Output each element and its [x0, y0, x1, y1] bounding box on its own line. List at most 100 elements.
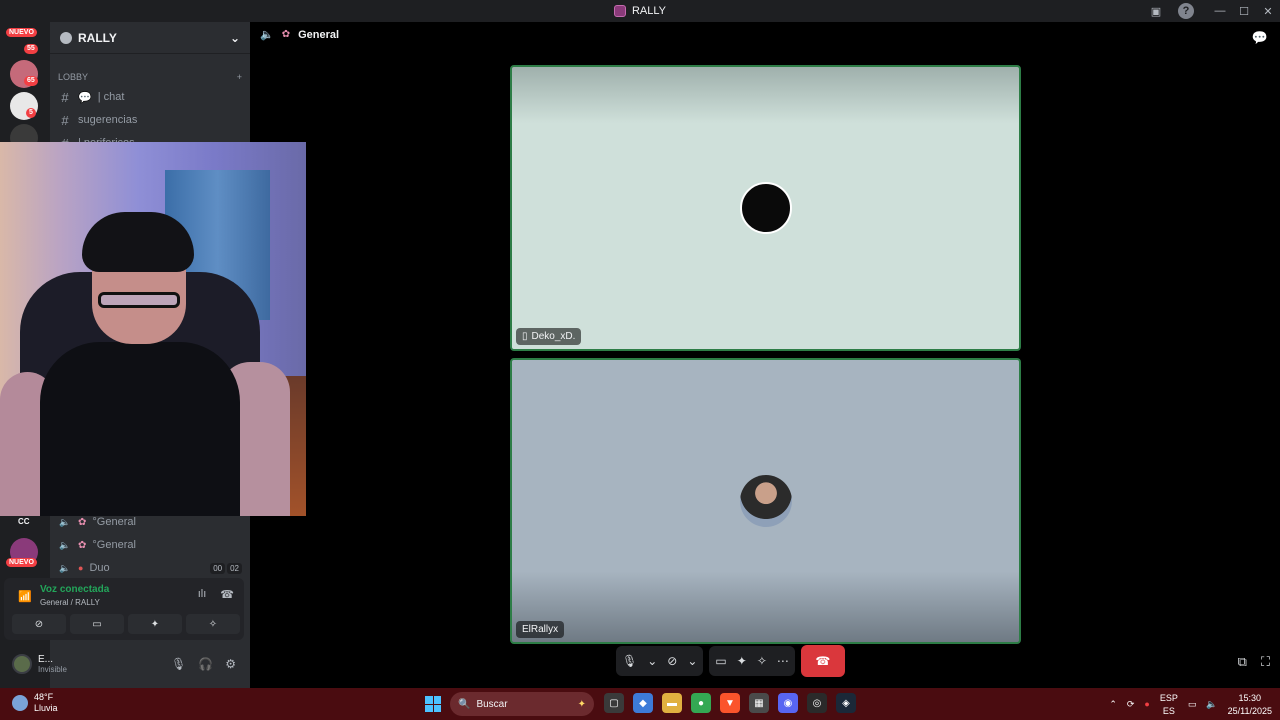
- channel-name: | chat: [97, 91, 125, 103]
- copilot-icon[interactable]: ◆: [633, 693, 653, 713]
- store-icon[interactable]: ▦: [749, 693, 769, 713]
- window-title-text: RALLY: [631, 5, 667, 17]
- chevron-down-icon[interactable]: ⌄: [687, 654, 697, 668]
- noise-suppression-icon[interactable]: ılı: [198, 588, 207, 601]
- chevron-down-icon[interactable]: ⌄: [647, 654, 657, 668]
- voice-location[interactable]: General / RALLY: [40, 598, 100, 607]
- stage-channel-name: General: [298, 28, 340, 41]
- maximize-button[interactable]: ☐: [1232, 0, 1256, 22]
- server-badge: 5: [26, 108, 36, 118]
- voice-channel-general-2[interactable]: 🔈 ✿ °General: [58, 535, 242, 555]
- microphone-icon[interactable]: 🎙: [171, 657, 186, 671]
- channel-name: °General: [92, 516, 136, 528]
- brave-icon[interactable]: ▼: [720, 693, 740, 713]
- task-view-icon[interactable]: ▢: [604, 693, 624, 713]
- file-explorer-icon[interactable]: ▬: [662, 693, 682, 713]
- title-bar: RALLY ▣ ? — ☐ ✕: [0, 0, 1280, 22]
- new-badge-bottom: NUEVO: [6, 558, 37, 567]
- camera-off-button[interactable]: ⊘: [12, 614, 66, 634]
- category-lobby[interactable]: LOBBY +: [58, 72, 242, 82]
- channel-name: °General: [92, 539, 136, 551]
- sparkle-icon: ✦: [577, 698, 586, 710]
- search-placeholder: Buscar: [476, 698, 508, 710]
- help-icon[interactable]: ?: [1178, 3, 1194, 19]
- cc-label: CC: [18, 517, 30, 526]
- server-badge: 55: [24, 44, 38, 54]
- participant-name: Deko_xD.: [531, 331, 576, 342]
- participant-nameplate: ▯ Deko_xD.: [516, 328, 582, 345]
- discord-icon[interactable]: ◉: [778, 693, 798, 713]
- server-badge-icon: [60, 31, 72, 44]
- popout-icon[interactable]: ⧉: [1238, 654, 1247, 670]
- signal-icon[interactable]: 📶: [18, 590, 32, 603]
- rain-cloud-icon: [12, 695, 28, 711]
- volume-icon[interactable]: 🔈: [1206, 699, 1217, 710]
- microphone-icon[interactable]: 🎙: [622, 654, 637, 668]
- user-status: Invisible: [38, 665, 67, 674]
- category-name: LOBBY: [58, 72, 89, 82]
- speech-bubble-icon: 💬: [78, 91, 92, 104]
- chevron-down-icon[interactable]: ⌄: [230, 31, 240, 45]
- webcam-hair: [82, 212, 194, 272]
- counter-limit: 02: [227, 562, 242, 574]
- network-icon[interactable]: ▭: [1188, 699, 1197, 710]
- headphones-icon[interactable]: 🎧: [198, 657, 213, 671]
- extra-controls: ▭ ✦ ✧ ⋯: [709, 646, 795, 676]
- add-channel-icon[interactable]: +: [237, 72, 242, 82]
- server-name: RALLY: [78, 30, 117, 45]
- activities-icon[interactable]: ✦: [737, 654, 747, 668]
- inbox-icon[interactable]: ▣: [1148, 3, 1164, 19]
- title-icons: ▣ ?: [1148, 3, 1194, 19]
- hash-icon: #: [61, 89, 69, 105]
- clock-time: 15:30: [1238, 693, 1262, 703]
- soundboard-button[interactable]: ✧: [186, 614, 240, 634]
- clock[interactable]: 15:30 25/11/2025: [1228, 691, 1272, 717]
- av-controls: 🎙 ⌄ ⊘ ⌄: [616, 646, 704, 676]
- share-screen-icon[interactable]: ▭: [715, 654, 726, 668]
- chrome-icon[interactable]: ●: [691, 693, 711, 713]
- weather-widget[interactable]: 48°F Lluvia: [12, 692, 58, 714]
- user-info[interactable]: E... Invisible: [38, 654, 67, 674]
- server-badge: 65: [24, 76, 38, 86]
- fire-icon: ●: [78, 563, 84, 573]
- share-screen-button[interactable]: ▭: [70, 614, 124, 634]
- speaker-icon: 🔈: [59, 562, 71, 573]
- minimize-button[interactable]: —: [1208, 0, 1232, 22]
- soundboard-icon[interactable]: ✧: [757, 654, 767, 668]
- server-header[interactable]: RALLY ⌄: [50, 22, 250, 54]
- more-options-icon[interactable]: ⋯: [777, 654, 789, 668]
- search-icon: 🔍: [458, 698, 471, 710]
- channel-sugerencias[interactable]: # sugerencias: [58, 110, 242, 130]
- voice-channel-duo[interactable]: 🔈 ● Duo 00 02: [58, 558, 242, 578]
- activities-button[interactable]: ✦: [128, 614, 182, 634]
- fullscreen-icon[interactable]: ⛶: [1261, 654, 1270, 670]
- chat-bubble-icon[interactable]: 💬: [1252, 30, 1268, 46]
- steam-icon[interactable]: ◈: [836, 693, 856, 713]
- chevron-up-icon[interactable]: ⌃: [1109, 699, 1117, 710]
- language-indicator[interactable]: ESP ES: [1160, 691, 1178, 717]
- disconnect-icon[interactable]: ☎: [220, 588, 234, 601]
- avatar[interactable]: [12, 654, 32, 674]
- windows-start-icon[interactable]: [425, 696, 441, 712]
- hash-icon: #: [61, 112, 69, 128]
- window-title: RALLY: [613, 5, 667, 17]
- settings-gear-icon[interactable]: ⚙: [225, 657, 236, 671]
- channel-name: sugerencias: [78, 114, 138, 126]
- lang-code: ESP: [1159, 693, 1178, 703]
- voice-status[interactable]: Voz conectada: [40, 584, 109, 595]
- weather-desc: Lluvia: [34, 703, 58, 713]
- disconnect-button[interactable]: ☎: [800, 645, 845, 677]
- record-icon[interactable]: ●: [1144, 699, 1149, 709]
- rally-logo-icon: [613, 5, 626, 17]
- participant-tile-deko[interactable]: ▯ Deko_xD.: [510, 65, 1021, 351]
- taskbar-search[interactable]: 🔍 Buscar ✦: [450, 692, 594, 716]
- camera-off-icon[interactable]: ⊘: [667, 654, 677, 668]
- lang-sub: ES: [1162, 706, 1175, 716]
- sync-icon[interactable]: ⟳: [1127, 699, 1135, 710]
- channel-chat[interactable]: # 💬 | chat: [58, 87, 242, 107]
- weather-temp: 48°F: [34, 692, 54, 702]
- close-button[interactable]: ✕: [1256, 0, 1280, 22]
- voice-buttons: ⊘ ▭ ✦ ✧: [12, 614, 240, 634]
- participant-tile-elrallyx[interactable]: ElRallyx: [510, 358, 1021, 644]
- obs-icon[interactable]: ◎: [807, 693, 827, 713]
